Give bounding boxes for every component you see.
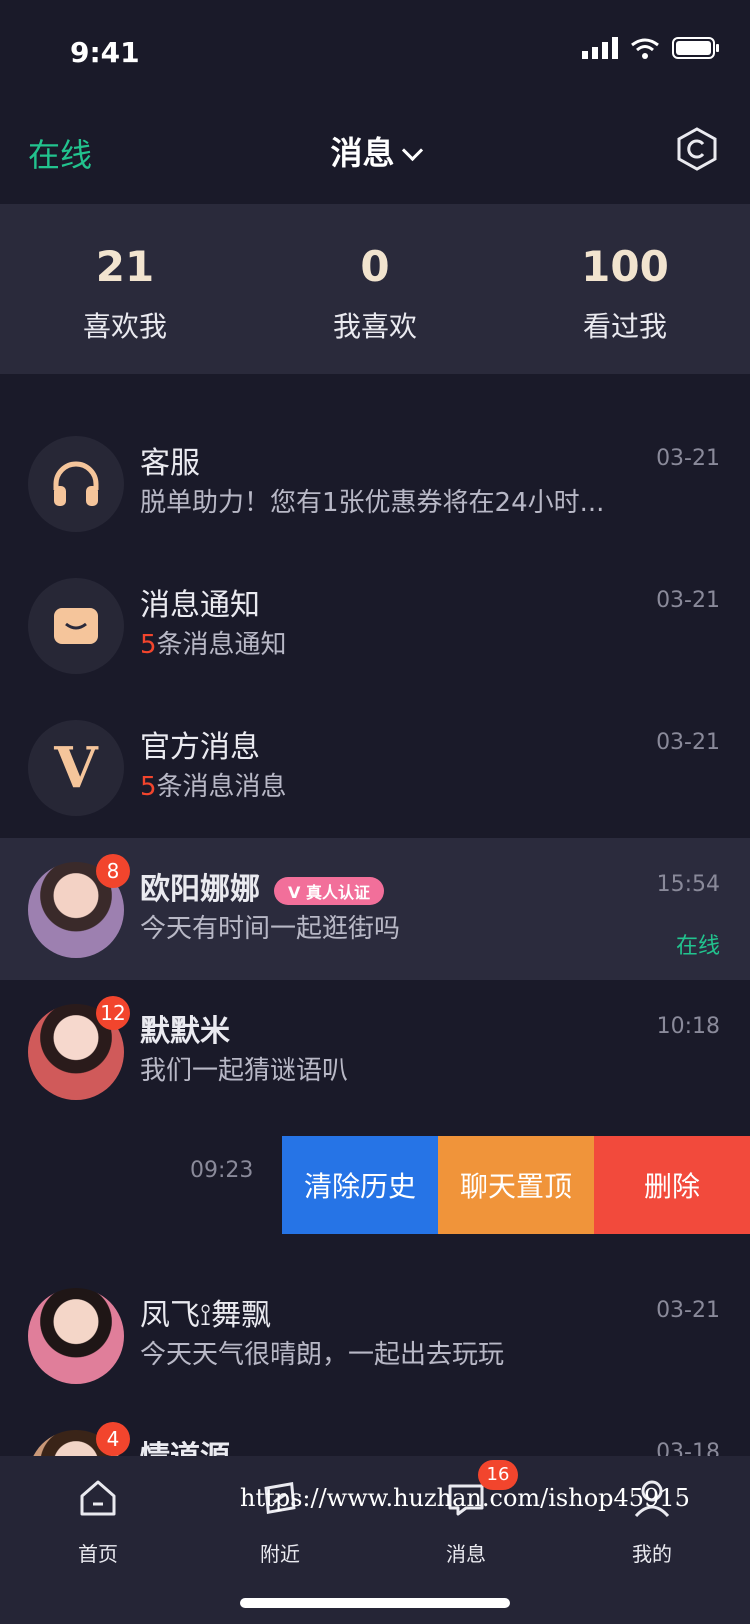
contact-name: 客服 <box>140 446 200 481</box>
stat-label: 我喜欢 <box>332 310 417 343</box>
list-item-chat[interactable]: 8 欧阳娜娜 V 真人认证 今天有时间一起逛街吗 15:54 在线 <box>0 838 750 980</box>
stat-number: 100 <box>581 242 669 291</box>
stat-number: 21 <box>95 242 155 291</box>
envelope-icon <box>54 608 98 644</box>
unread-count: 5 <box>140 630 157 660</box>
message-time: 03-21 <box>656 1298 720 1323</box>
message-time: 15:54 <box>656 872 720 897</box>
swiped-list-item[interactable]: 09:23 清除历史 聊天置顶 删除 <box>0 1122 750 1264</box>
contact-name: 默默米 <box>140 1014 230 1049</box>
stat-likes-me[interactable]: 21 喜欢我 <box>0 204 250 374</box>
home-icon <box>80 1480 116 1516</box>
stat-number: 0 <box>360 242 390 291</box>
online-status: 在线 <box>675 934 720 959</box>
watermark-text: https://www.huzhan.com/ishop45915 <box>240 1484 690 1512</box>
tab-home[interactable]: 首页 <box>38 1476 158 1567</box>
verified-label: 真人认证 <box>305 882 370 902</box>
pin-chat-button[interactable]: 聊天置顶 <box>438 1136 594 1234</box>
avatar: V <box>28 720 124 816</box>
avatar <box>28 1288 124 1384</box>
contact-name-row: 欧阳娜娜 V 真人认证 <box>140 864 384 908</box>
header: 在线 消息 <box>0 110 750 200</box>
avatar: 12 <box>28 996 130 1100</box>
tab-label: 附近 <box>260 1542 300 1566</box>
tab-label: 消息 <box>446 1542 486 1566</box>
unread-badge: 12 <box>96 996 130 1030</box>
signal-icon <box>582 37 618 59</box>
tab-label: 我的 <box>632 1542 672 1566</box>
settings-hex-icon[interactable] <box>674 126 720 172</box>
message-text: 条消息通知 <box>156 630 287 660</box>
status-bar: 9:41 <box>0 0 750 100</box>
stats-panel: 21 喜欢我 0 我喜欢 100 看过我 <box>0 204 750 374</box>
list-item-chat[interactable]: 凤飞⟟舞飘 今天天气很晴朗，一起出去玩玩 03-21 <box>0 1264 750 1406</box>
contact-name: 欧阳娜娜 <box>140 872 260 907</box>
contact-name: 官方消息 <box>140 730 260 765</box>
chevron-down-icon <box>401 139 423 162</box>
list-item-customer-service[interactable]: 客服 脱单助力！您有1张优惠券将在24小时... 03-21 <box>0 412 750 554</box>
avatar <box>28 578 124 674</box>
message-list: 客服 脱单助力！您有1张优惠券将在24小时... 03-21 消息通知 5条消息… <box>0 412 750 1548</box>
home-indicator <box>240 1598 510 1608</box>
battery-icon <box>672 37 719 59</box>
message-preview: 脱单助力！您有1张优惠券将在24小时... <box>140 488 605 518</box>
message-time: 10:18 <box>656 1014 720 1039</box>
verified-badge: V 真人认证 <box>274 876 384 905</box>
message-preview: 5条消息消息 <box>140 766 287 803</box>
delete-button[interactable]: 删除 <box>594 1136 750 1234</box>
list-item-chat[interactable]: 12 默默米 我们一起猜谜语叭 10:18 <box>0 980 750 1122</box>
page-title: 消息 <box>330 134 395 172</box>
contact-name: 凤飞⟟舞飘 <box>140 1298 272 1333</box>
message-time: 03-21 <box>656 588 720 613</box>
unread-badge: 8 <box>96 854 130 888</box>
avatar <box>28 436 124 532</box>
stat-label: 喜欢我 <box>82 310 167 343</box>
v-logo-icon: V <box>54 735 98 801</box>
headphones-icon <box>53 461 99 506</box>
clear-history-button[interactable]: 清除历史 <box>282 1136 438 1234</box>
stat-label: 看过我 <box>582 310 667 343</box>
wifi-icon <box>631 38 659 59</box>
stat-i-like[interactable]: 0 我喜欢 <box>250 204 500 374</box>
message-preview: 今天有时间一起逛街吗 <box>140 914 401 944</box>
message-text: 条消息消息 <box>156 772 287 802</box>
page-title-dropdown[interactable]: 消息 <box>0 128 750 174</box>
stat-viewed-me[interactable]: 100 看过我 <box>500 204 750 374</box>
status-icons <box>582 36 720 60</box>
avatar: 8 <box>28 854 130 958</box>
list-item-official[interactable]: V 官方消息 5条消息消息 03-21 <box>0 696 750 838</box>
message-preview: 我们一起猜谜语叭 <box>140 1056 349 1086</box>
contact-name: 消息通知 <box>140 588 260 623</box>
message-time: 03-21 <box>656 730 720 755</box>
unread-badge: 4 <box>96 1422 130 1456</box>
unread-count: 5 <box>140 772 157 802</box>
tab-label: 首页 <box>78 1542 118 1566</box>
message-preview: 今天天气很晴朗，一起出去玩玩 <box>140 1340 505 1370</box>
message-preview: 5条消息通知 <box>140 624 287 661</box>
message-time: 03-21 <box>656 446 720 471</box>
list-item-notifications[interactable]: 消息通知 5条消息通知 03-21 <box>0 554 750 696</box>
message-time: 09:23 <box>190 1158 254 1183</box>
